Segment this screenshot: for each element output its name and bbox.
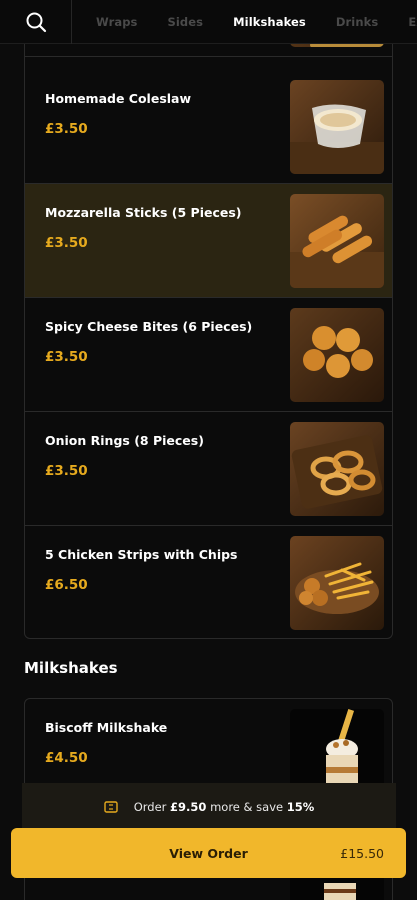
item-price: £3.50 — [45, 349, 88, 365]
offer-middle: more & save — [210, 800, 284, 814]
menu-item[interactable]: Homemade Coleslaw £3.50 — [25, 70, 392, 184]
category-tabs: Wraps Sides Milkshakes Drinks Extras — [72, 15, 417, 29]
menu-item[interactable]: Spicy Cheese Bites (6 Pieces) £3.50 — [25, 298, 392, 412]
menu-item[interactable]: Mozzarella Sticks (5 Pieces) £3.50 — [25, 184, 392, 298]
tab-milkshakes[interactable]: Milkshakes — [233, 15, 306, 29]
tab-drinks[interactable]: Drinks — [336, 15, 378, 29]
mozzarella-sticks-image — [290, 194, 384, 288]
menu-item[interactable]: Onion Rings (8 Pieces) £3.50 — [25, 412, 392, 526]
chicken-strips-image — [290, 536, 384, 630]
onion-rings-image — [290, 422, 384, 516]
offer-text: Order £9.50 more & save 15% — [134, 800, 315, 814]
menu-item[interactable]: 5 Chicken Strips with Chips £6.50 — [25, 526, 392, 638]
sides-card: Homemade Coleslaw £3.50 Mozzarella Stick… — [24, 0, 393, 639]
view-order-button[interactable]: View Order £15.50 — [11, 828, 406, 878]
item-name: Mozzarella Sticks (5 Pieces) — [45, 205, 242, 220]
search-icon — [26, 12, 46, 32]
item-name: Homemade Coleslaw — [45, 91, 192, 106]
cheese-bites-image — [290, 308, 384, 402]
tab-sides[interactable]: Sides — [168, 15, 204, 29]
item-price: £3.50 — [45, 235, 88, 251]
section-title-milkshakes: Milkshakes — [24, 659, 118, 677]
order-total: £15.50 — [340, 845, 384, 861]
category-nav: Wraps Sides Milkshakes Drinks Extras — [0, 0, 417, 44]
item-price: £6.50 — [45, 577, 88, 593]
tab-extras[interactable]: Extras — [408, 15, 417, 29]
offer-discount: 15% — [286, 800, 315, 814]
discount-offer-banner: Order £9.50 more & save 15% — [22, 783, 396, 831]
item-name: Biscoff Milkshake — [45, 720, 168, 735]
item-name: Spicy Cheese Bites (6 Pieces) — [45, 319, 253, 334]
offer-prefix: Order — [133, 800, 167, 814]
item-name: Onion Rings (8 Pieces) — [45, 433, 204, 448]
item-price: £4.50 — [45, 750, 88, 766]
coleslaw-image — [290, 80, 384, 174]
search-button[interactable] — [0, 0, 72, 44]
item-price: £3.50 — [45, 463, 88, 479]
tab-wraps[interactable]: Wraps — [96, 15, 138, 29]
ticket-icon — [104, 801, 118, 813]
offer-amount: £9.50 — [170, 800, 207, 814]
item-name: 5 Chicken Strips with Chips — [45, 547, 238, 562]
item-price: £3.50 — [45, 121, 88, 137]
